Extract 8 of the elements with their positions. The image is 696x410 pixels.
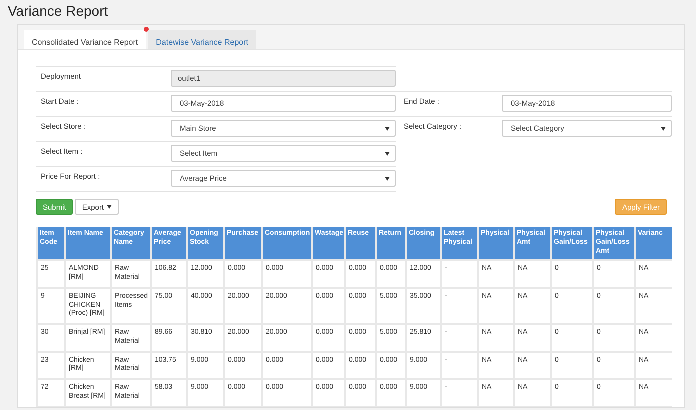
tab[interactable]: Datewise Variance Report: [148, 30, 256, 49]
page-title: Variance Report: [7, 2, 110, 21]
caret-icon: [385, 152, 390, 156]
caret-icon: [385, 126, 390, 130]
caret-icon: [661, 126, 666, 130]
caret-icon: [385, 176, 390, 180]
caret-icon: [107, 205, 112, 209]
tab[interactable]: Consolidated Variance Report: [24, 30, 146, 49]
